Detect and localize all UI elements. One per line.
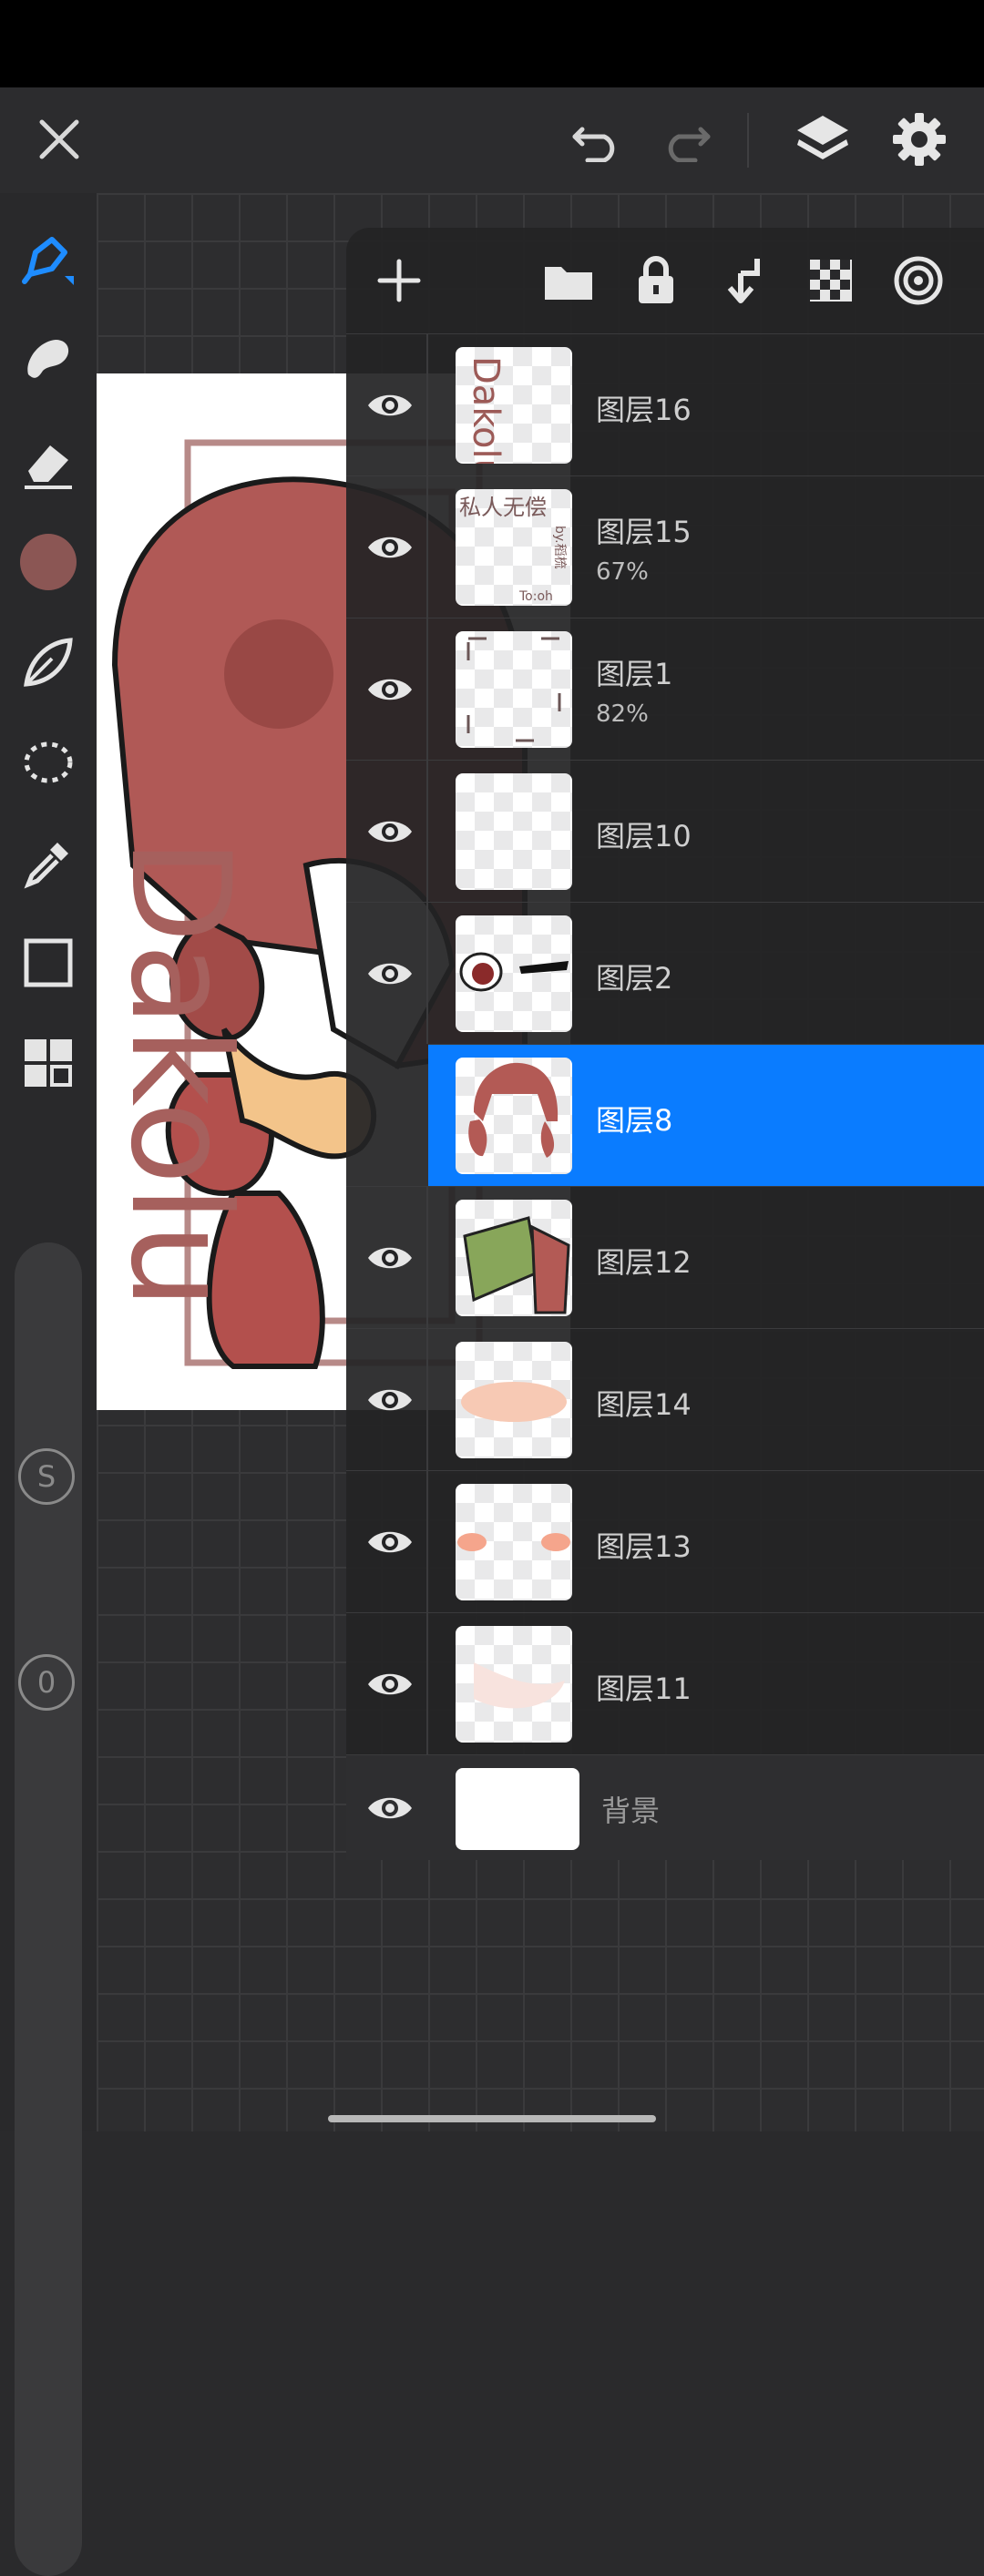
layer-thumbnail: 私人无偿 by.稻梳 To:oh bbox=[456, 489, 572, 606]
shape-icon[interactable] bbox=[16, 931, 80, 995]
visibility-eye-icon[interactable] bbox=[363, 378, 417, 433]
pen-icon[interactable] bbox=[16, 228, 80, 291]
layer-name: 图层1 bbox=[596, 657, 673, 691]
layer-thumbnail bbox=[456, 1484, 572, 1600]
visibility-eye-icon[interactable] bbox=[363, 1657, 417, 1712]
layer-name: 图层12 bbox=[596, 1245, 692, 1280]
brush-size-badge: S bbox=[18, 1448, 75, 1505]
top-bar bbox=[0, 87, 984, 193]
brush-opacity-slider[interactable] bbox=[15, 1629, 82, 2576]
row-divider bbox=[426, 1329, 428, 1470]
eyedropper-icon[interactable] bbox=[16, 831, 80, 894]
visibility-eye-icon[interactable] bbox=[363, 1781, 417, 1835]
layer-thumbnail bbox=[456, 1200, 572, 1316]
layer-row[interactable]: 图层11 bbox=[346, 1612, 984, 1754]
layers-icon[interactable] bbox=[789, 106, 856, 173]
visibility-eye-icon[interactable] bbox=[363, 1373, 417, 1427]
thumb-layer15-title: 私人无偿 bbox=[459, 495, 547, 520]
layer-name: 图层11 bbox=[596, 1671, 692, 1706]
row-divider bbox=[426, 1187, 428, 1328]
row-divider bbox=[426, 761, 428, 902]
layer-row[interactable]: 图层10 bbox=[346, 760, 984, 902]
layer-name: 图层10 bbox=[596, 819, 692, 854]
visibility-eye-icon[interactable] bbox=[363, 1515, 417, 1569]
layer-name: 图层2 bbox=[596, 961, 673, 996]
settings-icon[interactable] bbox=[886, 106, 953, 173]
row-divider bbox=[426, 903, 428, 1044]
row-divider bbox=[426, 1471, 428, 1612]
lock-icon[interactable] bbox=[620, 244, 692, 317]
layer-row[interactable]: 图层14 bbox=[346, 1328, 984, 1470]
row-divider bbox=[426, 1613, 428, 1754]
layer-thumbnail bbox=[456, 1626, 572, 1743]
visibility-eye-icon[interactable] bbox=[363, 662, 417, 717]
lasso-icon[interactable] bbox=[16, 732, 80, 796]
layer-name: 图层16 bbox=[596, 393, 692, 427]
layer-row[interactable]: 私人无偿 by.稻梳 To:oh 图层15 67% bbox=[346, 475, 984, 618]
layer-name: 图层8 bbox=[596, 1103, 673, 1138]
layer-thumbnail bbox=[456, 631, 572, 748]
layer-name: 背景 bbox=[601, 1794, 661, 1828]
visibility-eye-icon[interactable] bbox=[363, 804, 417, 859]
visibility-eye-icon[interactable] bbox=[363, 1231, 417, 1285]
grid-icon[interactable] bbox=[16, 1031, 80, 1095]
layer-row[interactable]: 图层1 82% bbox=[346, 618, 984, 760]
transparency-icon[interactable] bbox=[794, 244, 867, 317]
row-divider bbox=[426, 334, 428, 475]
add-icon[interactable] bbox=[363, 244, 436, 317]
layer-thumbnail bbox=[456, 1058, 572, 1174]
thumb-layer15-bottom: To:oh bbox=[518, 589, 553, 604]
smudge-icon[interactable] bbox=[16, 330, 80, 394]
layer-panel-toolbar bbox=[346, 228, 984, 333]
brush-library-icon[interactable] bbox=[16, 630, 80, 694]
layer-opacity: 67% bbox=[596, 558, 649, 586]
layer-name: 图层14 bbox=[596, 1387, 692, 1422]
artwork-watermark: Dakolu bbox=[100, 838, 259, 1309]
visibility-eye-icon[interactable] bbox=[363, 520, 417, 575]
layer-row-background[interactable]: 背景 bbox=[346, 1754, 984, 1860]
layer-panel: Dakolu 图层16 私人无偿 by.稻梳 To:oh 图层15 67% 图层… bbox=[346, 228, 984, 1860]
layer-row[interactable]: 图层12 bbox=[346, 1186, 984, 1328]
tool-sidebar: S 0 bbox=[0, 193, 97, 2576]
row-divider bbox=[426, 618, 428, 760]
eraser-icon[interactable] bbox=[16, 432, 80, 496]
background-thumbnail bbox=[456, 1768, 579, 1850]
blend-mode-icon[interactable] bbox=[882, 244, 955, 317]
layer-name: 图层13 bbox=[596, 1529, 692, 1564]
home-indicator bbox=[328, 2115, 656, 2122]
layer-opacity: 82% bbox=[596, 700, 649, 728]
status-bar bbox=[0, 0, 984, 87]
folder-icon[interactable] bbox=[532, 244, 605, 317]
layer-row-selected[interactable]: 图层8 bbox=[428, 1044, 984, 1186]
undo-icon[interactable] bbox=[565, 107, 629, 171]
redo-icon[interactable] bbox=[654, 107, 718, 171]
visibility-eye-icon[interactable] bbox=[363, 946, 417, 1001]
color-swatch[interactable] bbox=[16, 530, 80, 594]
layer-thumbnail bbox=[456, 1342, 572, 1458]
brush-opacity-badge: 0 bbox=[18, 1654, 75, 1711]
layer-thumbnail bbox=[456, 915, 572, 1032]
merge-down-icon[interactable] bbox=[707, 244, 780, 317]
layer-row[interactable]: 图层2 bbox=[346, 902, 984, 1044]
layer-thumbnail bbox=[456, 773, 572, 890]
layer-thumbnail: Dakolu bbox=[456, 347, 572, 464]
thumb-layer15-side: by.稻梳 bbox=[552, 526, 567, 569]
row-divider bbox=[426, 476, 428, 618]
close-icon[interactable] bbox=[27, 107, 91, 171]
thumb-layer16-text: Dakolu bbox=[465, 356, 507, 464]
layer-row[interactable]: 图层13 bbox=[346, 1470, 984, 1612]
divider bbox=[747, 113, 749, 168]
layer-row[interactable]: Dakolu 图层16 bbox=[346, 333, 984, 475]
layer-name: 图层15 bbox=[596, 515, 692, 549]
